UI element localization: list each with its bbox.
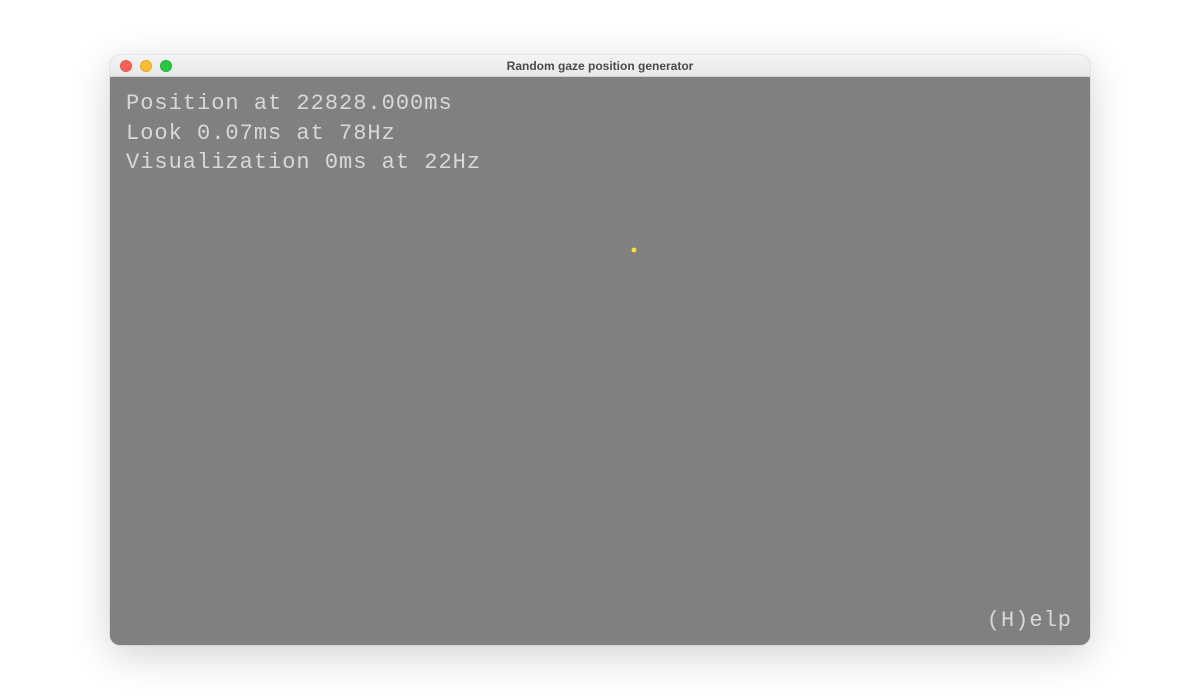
minimize-icon[interactable]: [140, 60, 152, 72]
stats-look: Look 0.07ms at 78Hz: [126, 119, 481, 149]
maximize-icon[interactable]: [160, 60, 172, 72]
close-icon[interactable]: [120, 60, 132, 72]
stats-visualization: Visualization 0ms at 22Hz: [126, 148, 481, 178]
traffic-lights: [110, 60, 172, 72]
help-hint: (H)elp: [987, 608, 1072, 633]
stats-position: Position at 22828.000ms: [126, 89, 481, 119]
window-title: Random gaze position generator: [110, 59, 1090, 73]
gaze-dot: [632, 248, 637, 253]
stats-overlay: Position at 22828.000ms Look 0.07ms at 7…: [126, 89, 481, 178]
titlebar[interactable]: Random gaze position generator: [110, 55, 1090, 77]
app-window: Random gaze position generator Position …: [110, 55, 1090, 645]
canvas[interactable]: Position at 22828.000ms Look 0.07ms at 7…: [110, 77, 1090, 645]
